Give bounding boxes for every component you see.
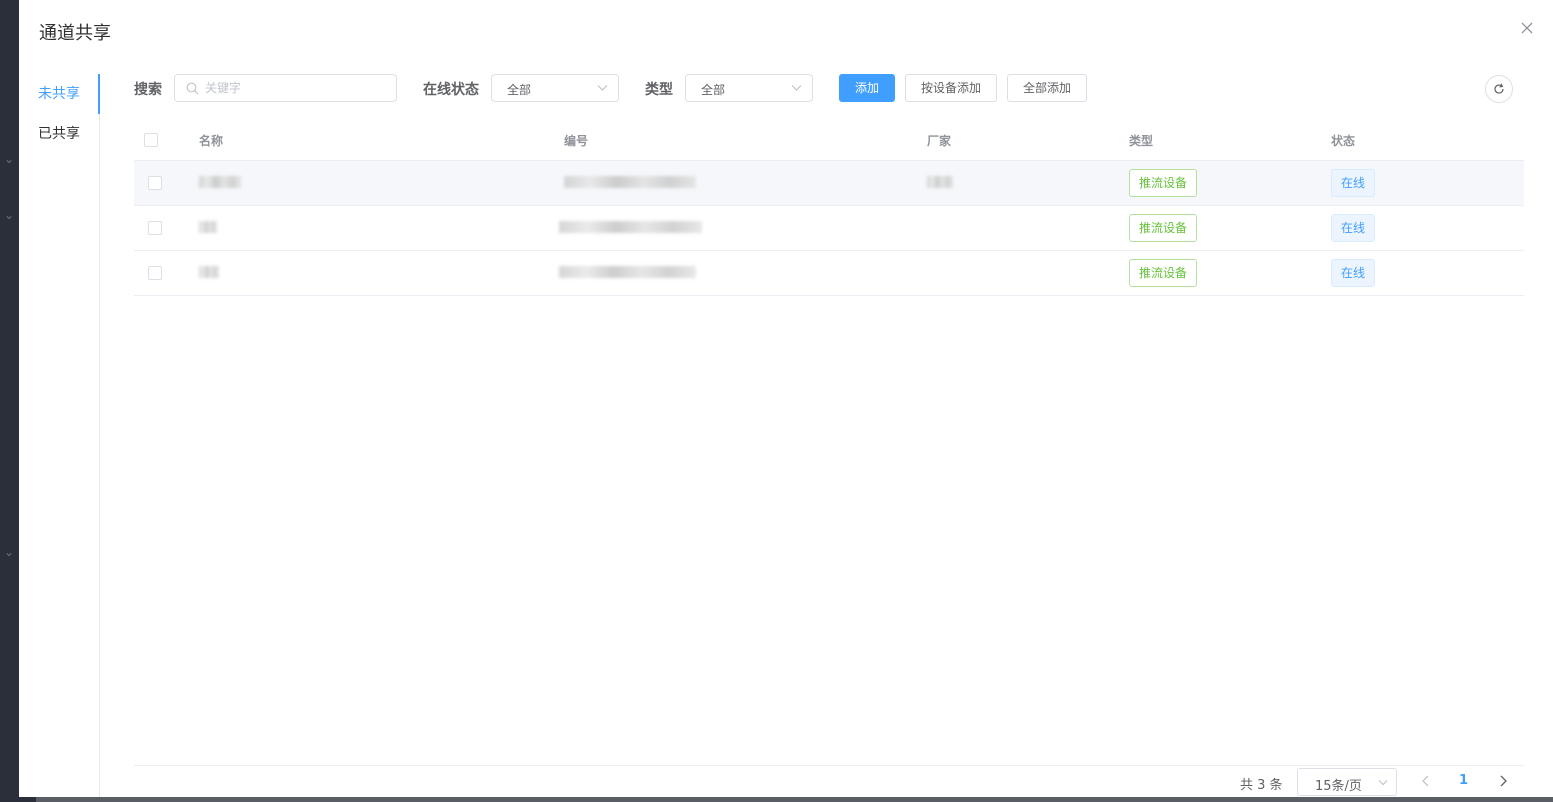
add-all-button[interactable]: 全部添加 [1007, 74, 1087, 102]
page-number[interactable]: 1 [1459, 773, 1468, 788]
column-header-type: 类型 [1129, 134, 1154, 148]
status-badge: 在线 [1331, 214, 1376, 242]
total-count: 共 3 条 [1240, 778, 1283, 793]
column-header-name: 名称 [199, 134, 224, 148]
online-status-select[interactable]: 全部 [491, 74, 619, 102]
row-checkbox[interactable] [148, 176, 162, 190]
table-header: 名称 编号 厂家 类型 状态 [134, 119, 1524, 161]
main-content: 搜索 在线状态 全部 类型 全部 添加 按设备添加 全部添加 [134, 74, 1524, 797]
dialog-title: 通道共享 [39, 23, 111, 44]
type-tag: 推流设备 [1129, 214, 1198, 242]
row-checkbox[interactable] [148, 221, 162, 235]
chevron-right-icon[interactable] [1496, 774, 1510, 788]
table-row[interactable]: 推流设备 在线 [134, 206, 1524, 251]
toolbar: 搜索 在线状态 全部 类型 全部 添加 按设备添加 全部添加 [134, 74, 1524, 103]
side-tabs: 未共享 已共享 [19, 74, 100, 797]
page-size-select[interactable]: 15条/页 [1297, 768, 1397, 796]
channel-share-dialog: 通道共享 未共享 已共享 搜索 在线状态 全部 类型 全部 添加 按设备添加 [19, 0, 1553, 797]
online-status-label: 在线状态 [423, 82, 479, 98]
backdrop-strip [36, 797, 1553, 802]
refresh-button[interactable] [1485, 75, 1513, 103]
status-badge: 在线 [1331, 259, 1376, 287]
search-icon [186, 82, 199, 95]
close-icon[interactable] [1519, 20, 1535, 36]
redacted-name [199, 176, 241, 191]
table-row[interactable]: 推流设备 在线 [134, 161, 1524, 206]
redacted-manufacturer [927, 176, 953, 191]
channel-table: 名称 编号 厂家 类型 状态 推流设备 在线 推流设备 在线 推流设备 在线 [134, 119, 1524, 296]
online-status-value: 全部 [507, 83, 532, 97]
chevron-left-icon[interactable] [1419, 774, 1433, 788]
redacted-name [199, 266, 219, 281]
redacted-code [559, 266, 696, 281]
table-row[interactable]: 推流设备 在线 [134, 251, 1524, 296]
chevron-down-icon [791, 85, 802, 91]
chevron-down-icon [597, 85, 608, 91]
pagination: 共 3 条 15条/页 1 [134, 765, 1524, 797]
select-all-checkbox[interactable] [144, 133, 158, 147]
add-button[interactable]: 添加 [839, 74, 895, 102]
redacted-name [199, 221, 217, 236]
search-label: 搜索 [134, 82, 162, 98]
status-badge: 在线 [1331, 169, 1376, 197]
tab-unshared[interactable]: 未共享 [18, 74, 100, 114]
search-input-wrapper[interactable] [174, 74, 397, 102]
row-checkbox[interactable] [148, 266, 162, 280]
type-tag: 推流设备 [1129, 259, 1198, 287]
page-size-value: 15条/页 [1315, 779, 1362, 794]
redacted-code [559, 221, 702, 236]
search-input[interactable] [205, 78, 390, 98]
type-select[interactable]: 全部 [685, 74, 813, 102]
column-header-manufacturer: 厂家 [927, 134, 952, 148]
chevron-down-icon: ⌄ [4, 545, 15, 559]
redacted-code [564, 176, 696, 191]
chevron-down-icon: ⌄ [4, 208, 15, 222]
chevron-down-icon: ⌄ [4, 152, 15, 166]
add-by-device-button[interactable]: 按设备添加 [905, 74, 997, 102]
type-label: 类型 [645, 82, 673, 98]
chevron-down-icon [1378, 780, 1388, 786]
column-header-code: 编号 [564, 134, 589, 148]
type-value: 全部 [701, 83, 726, 97]
type-tag: 推流设备 [1129, 169, 1198, 197]
column-header-status: 状态 [1331, 134, 1356, 148]
refresh-icon [1494, 83, 1504, 94]
tab-shared[interactable]: 已共享 [18, 114, 99, 154]
